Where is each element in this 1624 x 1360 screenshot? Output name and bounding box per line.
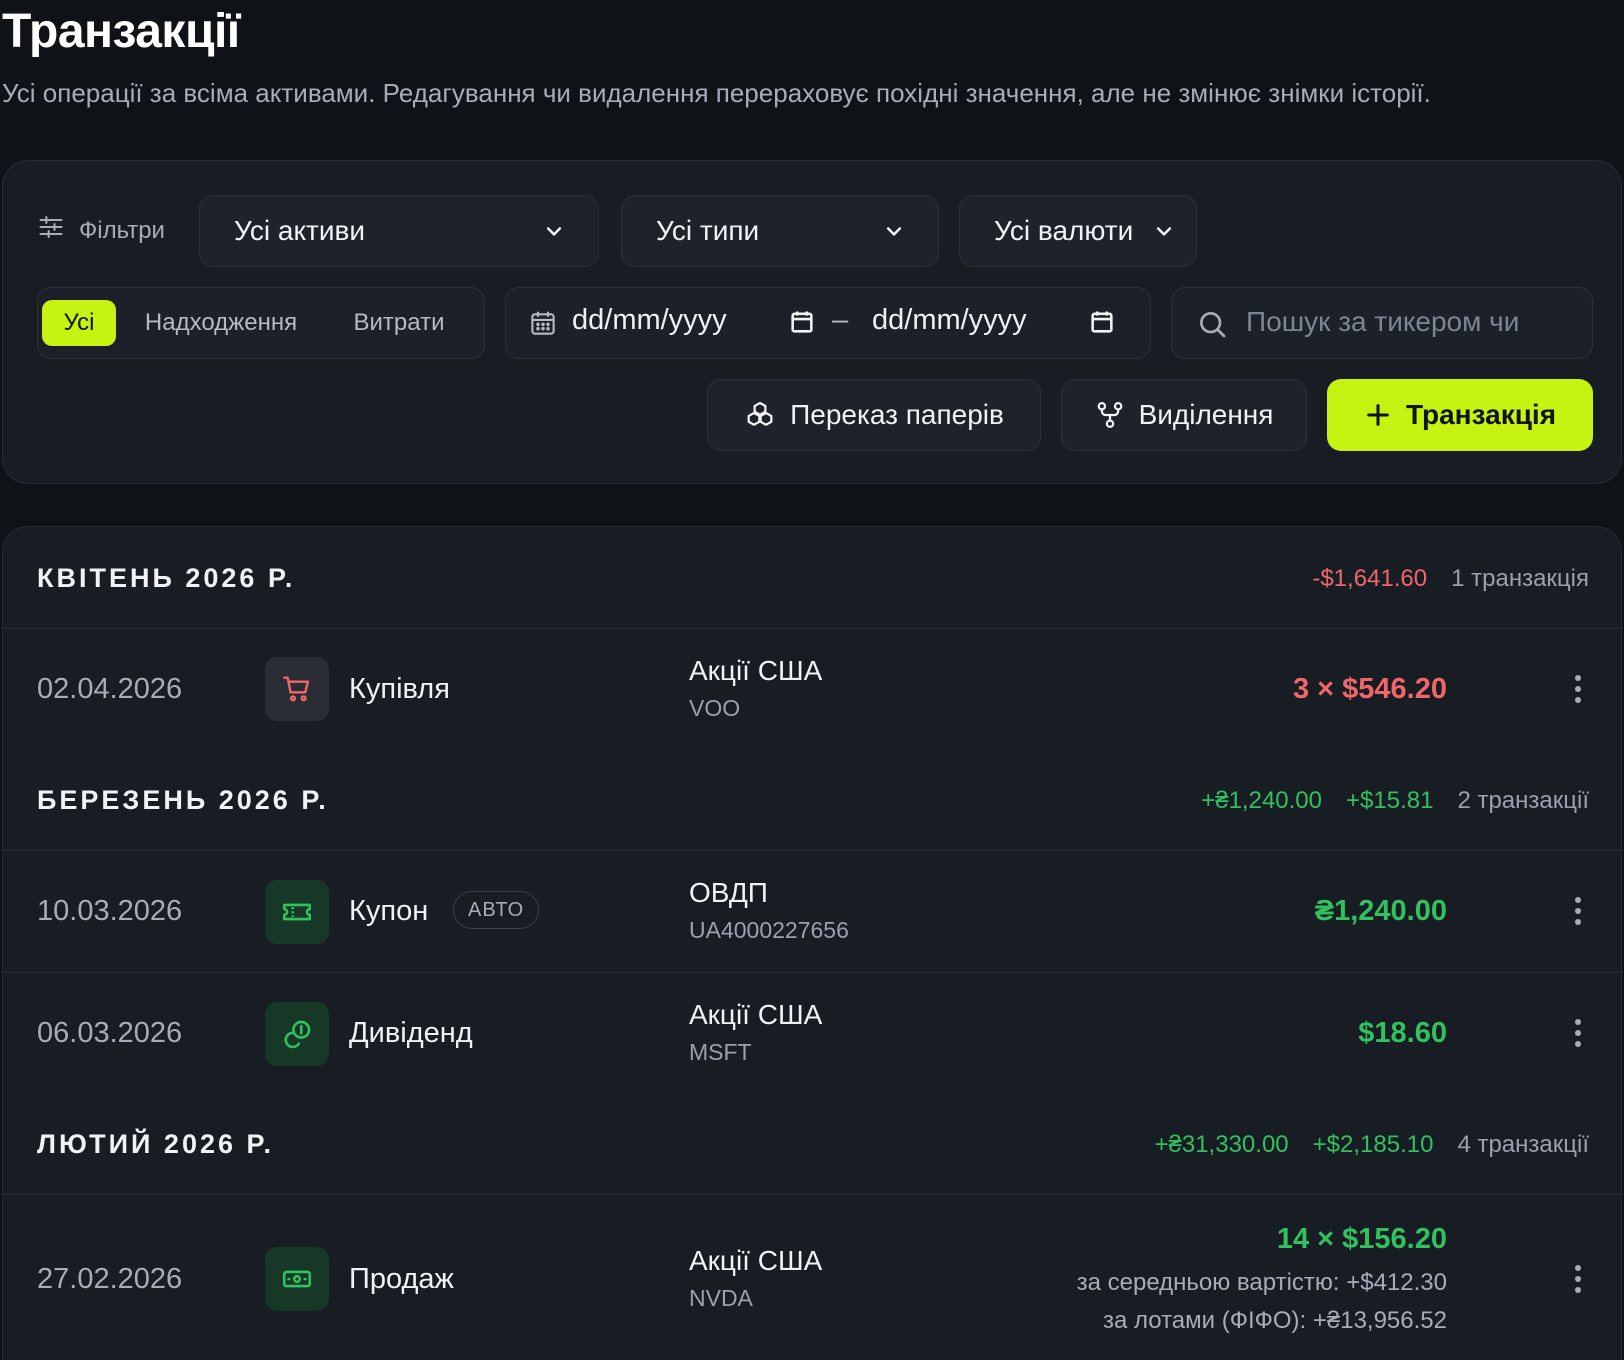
ticker: VOO [689,695,741,721]
plus-icon [1367,404,1389,426]
chevron-down-icon [1156,227,1172,236]
month-total: -$1,641.60 [1312,565,1428,592]
filters-panel: Фільтри Усі активи Усі типи Усі валюти У… [2,160,1622,484]
transactions-list: КВІТЕНЬ 2026 Р. -$1,641.60 1 транзакція … [2,526,1622,1360]
type-select[interactable]: Усі типи [621,195,939,267]
transfer-securities-button[interactable]: Переказ паперів [707,379,1041,451]
currency-select[interactable]: Усі валюти [959,195,1197,267]
cart-icon [265,657,329,721]
month-total: +$2,185.10 [1312,1131,1434,1158]
date-from-input[interactable]: dd/mm/yyyy [572,304,727,337]
transaction-type: Купон [349,895,429,927]
transaction-amount: 14 × $156.20 [1276,1223,1447,1255]
direction-segmented-control: Усі Надходження Витрати [37,287,485,359]
banknote-icon [265,1247,329,1311]
fifo-result: за лотами (ФІФО): +₴13,956.52 [1102,1307,1447,1334]
ticker: MSFT [689,1039,752,1065]
split-icon [1097,402,1122,428]
tab-income[interactable]: Надходження [132,300,310,346]
transaction-row[interactable]: 02.04.2026 Купівля Акції США VOO 3 × $54… [3,629,1621,749]
ticker: UA4000227656 [689,917,849,943]
transactions-page: Транзакції Усі операції за всіма активам… [0,0,1624,1360]
transaction-row[interactable]: 06.03.2026 Дивіденд Акції США MSFT $18.6… [3,973,1621,1095]
search-placeholder: Пошук за тикером чи [1246,306,1520,337]
month-summary: +₴31,330.00 +$2,185.10 4 транзакції [1155,1131,1590,1159]
spinoff-button[interactable]: Виділення [1061,379,1307,451]
date-range-picker: dd/mm/yyyy – dd/mm/yyyy [505,287,1151,359]
asset-class: Акції США [689,1245,823,1276]
month-summary: +₴1,240.00 +$15.81 2 транзакції [1201,787,1589,815]
transaction-date: 02.04.2026 [37,673,183,705]
transaction-date: 06.03.2026 [37,1017,183,1049]
transaction-row[interactable]: 10.03.2026 Купон АВТО ОВДП UA4000227656 … [3,851,1621,973]
tab-all[interactable]: Усі [42,300,116,346]
asset-select[interactable]: Усі активи [199,195,599,267]
asset-class: Акції США [689,999,823,1030]
sliders-icon [37,213,65,248]
transaction-type: Купівля [349,673,450,705]
date-separator: – [832,304,849,336]
month-total: +₴31,330.00 [1154,1131,1289,1158]
month-group-header: БЕРЕЗЕНЬ 2026 Р. +₴1,240.00 +$15.81 2 тр… [3,749,1621,851]
month-count: 4 транзакції [1457,1131,1589,1158]
page-title: Транзакції [2,5,240,58]
month-group-header: КВІТЕНЬ 2026 Р. -$1,641.60 1 транзакція [3,527,1621,629]
month-summary: -$1,641.60 1 транзакція [1312,565,1589,593]
chevron-down-icon [546,227,562,236]
coins-icon [265,1002,329,1066]
search-icon [1200,312,1226,338]
calendar-icon [531,311,555,335]
boxes-icon [747,401,773,426]
search-input[interactable]: Пошук за тикером чи [1171,287,1593,359]
month-title: БЕРЕЗЕНЬ 2026 Р. [37,785,329,815]
row-menu-icon[interactable] [1575,1019,1583,1052]
date-to-input[interactable]: dd/mm/yyyy [872,304,1027,337]
avg-cost-result: за середньою вартістю: +$412.30 [1076,1269,1447,1296]
month-total: +₴1,240.00 [1201,787,1323,814]
month-group-header: ЛЮТИЙ 2026 Р. +₴31,330.00 +$2,185.10 4 т… [3,1093,1621,1195]
month-count: 1 транзакція [1451,565,1589,592]
transaction-amount: 3 × $546.20 [1292,673,1447,705]
month-title: КВІТЕНЬ 2026 Р. [37,563,296,593]
tab-expenses[interactable]: Витрати [334,300,464,346]
auto-badge: АВТО [453,891,540,929]
date-to-calendar-icon[interactable] [1088,308,1116,336]
asset-class: ОВДП [689,877,768,908]
transaction-amount: ₴1,240.00 [1314,895,1447,927]
filters-label: Фільтри [37,213,165,248]
month-count: 2 транзакції [1457,787,1589,814]
row-menu-icon[interactable] [1575,1265,1583,1298]
transaction-date: 10.03.2026 [37,895,183,927]
row-menu-icon[interactable] [1575,897,1583,930]
ticker: NVDA [689,1285,753,1311]
row-menu-icon[interactable] [1575,675,1583,708]
month-title: ЛЮТИЙ 2026 Р. [37,1129,274,1159]
month-total: +$15.81 [1346,787,1434,814]
date-from-calendar-icon[interactable] [788,308,816,336]
transaction-date: 27.02.2026 [37,1263,183,1295]
transaction-amount: $18.60 [1358,1017,1447,1049]
asset-class: Акції США [689,655,823,686]
page-subtitle: Усі операції за всіма активами. Редагува… [2,78,1431,108]
chevron-down-icon [886,227,902,236]
ticket-icon [265,880,329,944]
transaction-type: Дивіденд [349,1017,473,1049]
transaction-row[interactable]: 27.02.2026 Продаж Акції США NVDA 14 × $1… [3,1195,1621,1360]
transaction-type: Продаж [349,1263,454,1295]
add-transaction-button[interactable]: Транзакція [1327,379,1593,451]
